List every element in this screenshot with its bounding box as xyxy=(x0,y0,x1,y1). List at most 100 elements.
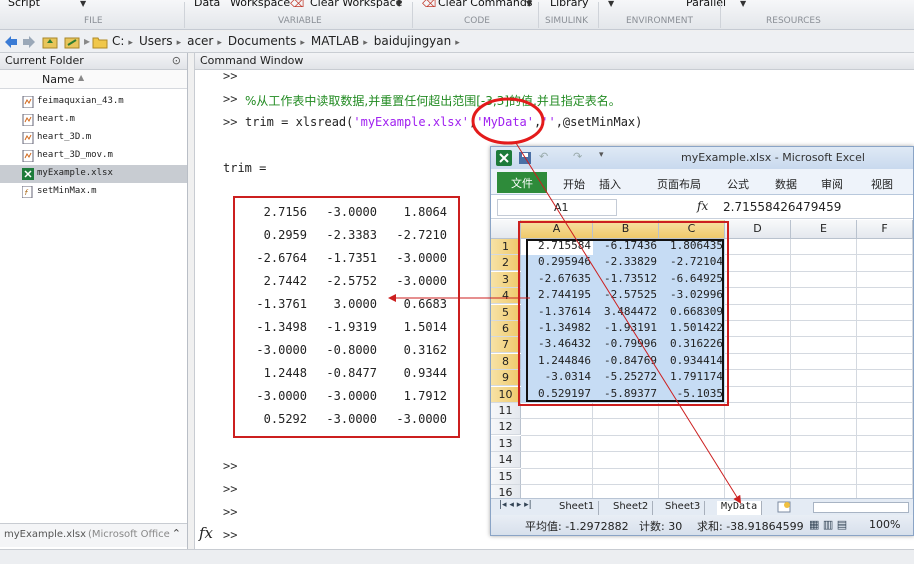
row-header[interactable]: 2 xyxy=(491,255,521,272)
matlab-status-bar xyxy=(0,549,914,564)
up-folder-icon[interactable] xyxy=(42,34,58,50)
excel-status-bar: 平均值: -1.2972882 计数: 30 求和: -38.91864599 … xyxy=(491,515,913,535)
chevron-down-icon[interactable]: ▼ xyxy=(80,0,86,8)
breadcrumb-item[interactable]: Documents xyxy=(228,34,296,48)
sheet-tab[interactable]: Sheet1 xyxy=(555,501,600,515)
horizontal-scrollbar[interactable] xyxy=(813,502,909,513)
prompt: >> xyxy=(223,92,238,106)
zoom-level[interactable]: 100% xyxy=(869,518,900,531)
breadcrumb-item[interactable]: acer xyxy=(187,34,213,48)
row-header[interactable]: 4 xyxy=(491,288,521,305)
active-prompt[interactable]: >> xyxy=(223,528,237,542)
breadcrumb-separator-icon[interactable]: ▸ xyxy=(128,38,133,48)
excel-window: ↶ ↷ ▾ myExample.xlsx - Microsoft Excel 文… xyxy=(490,146,914,536)
row-header[interactable]: 3 xyxy=(491,271,521,288)
row-header[interactable]: 7 xyxy=(491,337,521,354)
chevron-down-icon[interactable]: ▼ xyxy=(526,0,532,8)
gridline xyxy=(521,467,913,469)
file-name: setMinMax.m xyxy=(37,186,97,196)
file-list-item[interactable]: f setMinMax.m xyxy=(0,183,187,201)
row-header[interactable]: 13 xyxy=(491,435,521,452)
sheet-nav-icons[interactable]: |◂ ◂ ▸ ▸| xyxy=(499,500,532,510)
workspace-button[interactable]: Workspace xyxy=(230,0,290,9)
details-pane: myExample.xlsx (Microsoft Office ⌃ xyxy=(0,523,187,547)
select-all-corner[interactable] xyxy=(491,220,521,239)
file-list-item[interactable]: heart.m xyxy=(0,111,187,129)
row-header[interactable]: 11 xyxy=(491,403,521,419)
fx-file-icon: f xyxy=(22,186,33,198)
function-browser-icon[interactable]: fx xyxy=(199,524,213,542)
clear-workspace-button[interactable]: Clear Workspace xyxy=(310,0,402,9)
row-header[interactable]: 1 xyxy=(491,239,521,255)
section-file: FILE xyxy=(84,16,103,26)
chevron-down-icon[interactable]: ▼ xyxy=(740,0,746,8)
breadcrumb-item[interactable]: Users xyxy=(139,34,173,48)
status-sum: 求和: -38.91864599 xyxy=(697,520,804,533)
breadcrumb-separator-icon[interactable]: ▸ xyxy=(363,38,368,48)
string-arg-range: '' xyxy=(541,115,556,129)
breadcrumb-separator-icon[interactable]: ▸ xyxy=(300,38,305,48)
file-list-item[interactable]: myExample.xlsx xyxy=(0,165,187,183)
section-environment: ENVIRONMENT xyxy=(626,16,693,26)
row-header[interactable]: 6 xyxy=(491,321,521,337)
prompt: >> xyxy=(223,482,238,496)
gridline xyxy=(521,418,913,420)
command-window-header: Command Window xyxy=(195,53,914,70)
view-mode-icons[interactable]: ▦ ▥ ▤ xyxy=(809,518,847,531)
status-average: 平均值: -1.2972882 xyxy=(525,520,629,533)
column-header[interactable]: E xyxy=(791,220,857,239)
row-header[interactable]: 14 xyxy=(491,452,521,469)
column-header: Name ▲ xyxy=(0,70,187,89)
forward-arrow-icon[interactable] xyxy=(22,34,36,50)
row-header[interactable]: 8 xyxy=(491,353,521,370)
breadcrumb-separator-icon[interactable]: ▸ xyxy=(217,38,222,48)
name-column-header[interactable]: Name xyxy=(42,73,74,86)
data-button[interactable]: Data xyxy=(194,0,220,9)
column-header[interactable]: F xyxy=(857,220,913,239)
status-count: 计数: 30 xyxy=(639,520,683,533)
chevron-down-icon[interactable]: ▼ xyxy=(396,0,402,8)
current-folder-panel: Current Folder ⊙ Name ▲ feimaquxian_43.m… xyxy=(0,53,188,549)
file-name: feimaquxian_43.m xyxy=(37,96,124,106)
m-file-icon xyxy=(22,132,34,144)
file-list-item[interactable]: heart_3D_mov.m xyxy=(0,147,187,165)
breadcrumb-item[interactable]: MATLAB xyxy=(311,34,359,48)
m-file-icon xyxy=(22,150,34,162)
file-list-item[interactable]: heart_3D.m xyxy=(0,129,187,147)
browse-folder-icon[interactable] xyxy=(64,34,80,50)
column-header[interactable]: D xyxy=(725,220,791,239)
breadcrumb-item[interactable]: baidujingyan xyxy=(374,34,451,48)
back-arrow-icon[interactable] xyxy=(4,34,18,50)
gridline xyxy=(790,239,791,507)
breadcrumb-separator-icon[interactable]: ▸ xyxy=(177,38,182,48)
row-header[interactable]: 5 xyxy=(491,304,521,321)
row-header[interactable]: 12 xyxy=(491,419,521,436)
command-text-end: ,@setMinMax) xyxy=(555,115,643,129)
library-button[interactable]: Library xyxy=(550,0,588,9)
sheet-tab[interactable]: Sheet3 xyxy=(661,501,706,515)
file-list-item[interactable]: feimaquxian_43.m xyxy=(0,93,187,111)
command-window-title: Command Window xyxy=(200,54,304,67)
chevron-down-icon[interactable]: ▼ xyxy=(608,0,614,8)
panel-menu-icon[interactable]: ⊙ xyxy=(172,54,181,67)
dropdown-icon[interactable]: ▸ xyxy=(84,34,90,50)
comment-line: %从工作表中读取数据,并重置任何超出范围[-3,3]的值,并且指定表名。 xyxy=(245,94,621,108)
row-header[interactable]: 9 xyxy=(491,370,521,387)
clear-commands-button[interactable]: Clear Commands xyxy=(438,0,533,9)
breadcrumb-separator-icon[interactable]: ▸ xyxy=(455,38,460,48)
chevron-up-icon[interactable]: ⌃ xyxy=(172,527,181,540)
gridline xyxy=(521,434,913,436)
row-header[interactable]: 15 xyxy=(491,468,521,485)
script-button[interactable]: Script xyxy=(8,0,40,9)
clear-workspace-icon: ⌫ xyxy=(290,0,305,10)
command-line: trim = xlsread('myExample.xlsx','MyData'… xyxy=(245,115,642,129)
file-list: feimaquxian_43.m heart.m heart_3D.m heart_3… xyxy=(0,89,187,509)
insert-sheet-icon[interactable] xyxy=(777,501,791,513)
section-divider xyxy=(538,2,539,28)
sheet-tab[interactable]: Sheet2 xyxy=(609,501,654,515)
breadcrumb-item[interactable]: C: xyxy=(112,34,124,48)
toolstrip: Script ▼ FILE Data Workspace ⌫ Clear Wor… xyxy=(0,0,914,30)
prompt: >> xyxy=(223,505,238,519)
sheet-tab[interactable]: MyData xyxy=(717,501,763,515)
row-header[interactable]: 10 xyxy=(491,386,521,403)
